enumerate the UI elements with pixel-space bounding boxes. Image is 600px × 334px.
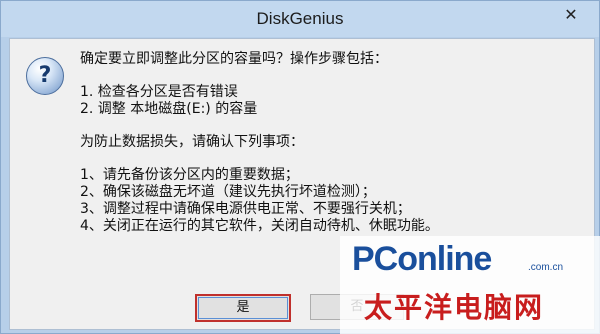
question-icon: ?	[26, 57, 64, 95]
message-line: 2. 调整 本地磁盘(E:) 的容量	[80, 101, 258, 117]
message-line	[80, 68, 580, 84]
message-line: 2、确保该磁盘无坏道（建议先执行坏道检测）；	[80, 184, 376, 200]
watermark-domain: .com.cn	[528, 262, 564, 273]
watermark-chinese: 太平洋电脑网	[364, 291, 545, 324]
watermark-logo: PConline .com.cn 太平洋电脑网	[340, 236, 600, 334]
window-title: DiskGenius	[256, 9, 344, 28]
watermark-brand: PConline	[352, 240, 492, 278]
message-line	[80, 151, 580, 167]
close-button[interactable]: ✕	[549, 3, 593, 27]
message-line: 1. 检查各分区是否有错误	[80, 84, 238, 100]
message-line: 为防止数据损失，请确认下列事项：	[80, 134, 304, 150]
message-line: 4、关闭正在运行的其它软件，关闭自动待机、休眠功能。	[80, 218, 439, 234]
message-line: 确定要立即调整此分区的容量吗？操作步骤包括：	[80, 51, 388, 67]
title-bar: DiskGenius ✕	[1, 1, 599, 37]
message-line	[80, 118, 580, 134]
message-line: 3、调整过程中请确保电源供电正常、不要强行关机；	[80, 201, 411, 217]
message-text: 确定要立即调整此分区的容量吗？操作步骤包括： 1. 检查各分区是否有错误 2. …	[80, 51, 580, 235]
message-line: 1、请先备份该分区内的重要数据；	[80, 167, 299, 183]
yes-button[interactable]: 是	[195, 294, 291, 322]
